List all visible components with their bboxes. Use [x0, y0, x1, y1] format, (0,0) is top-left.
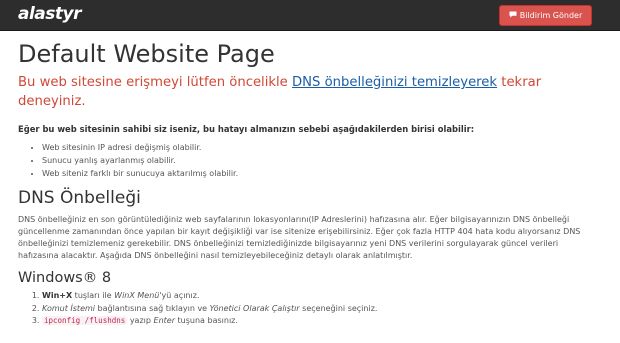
step-code: ipconfig /flushdns — [42, 316, 128, 325]
lead-text-before: Bu web sitesine erişmeyi lütfen öncelikl… — [18, 75, 292, 90]
step-text: bağlantısına sağ tıklayın ve — [95, 303, 210, 313]
reason-item: Sunucu yanlış ayarlanmış olabilir. — [42, 154, 608, 167]
step-text: seçeneğini seçiniz. — [299, 303, 378, 313]
step-italic: Komut İstemi — [42, 303, 95, 313]
step-italic: Yönetici Olarak Çalıştır — [209, 303, 300, 313]
chat-icon — [509, 11, 517, 20]
send-report-label: Bildirim Gönder — [519, 11, 583, 20]
owner-note: Eğer bu web sitesinin sahibi siz iseniz,… — [18, 124, 475, 134]
step-text: yazıp — [127, 316, 154, 325]
logo[interactable]: alastyr — [18, 4, 81, 24]
step-text: 'yü açınız. — [159, 291, 200, 300]
page-title: Default Website Page — [18, 40, 275, 68]
windows8-steps: Win+X tuşları ile WinX Menü'yü açınız. K… — [18, 290, 608, 328]
main-content: Default Website Page Bu web sitesine eri… — [18, 38, 608, 328]
flush-dns-link[interactable]: DNS önbelleğinizi temizleyerek — [292, 75, 497, 90]
send-report-button[interactable]: Bildirim Gönder — [499, 5, 592, 26]
step-item: ipconfig /flushdns yazıp Enter tuşuna ba… — [42, 315, 608, 328]
dns-cache-paragraph: DNS önbelleğiniz en son görüntülediğiniz… — [18, 215, 581, 260]
reasons-list: Web sitesinin IP adresi değişmiş olabili… — [18, 141, 608, 180]
lead-message: Bu web sitesine erişmeyi lütfen öncelikl… — [18, 73, 608, 111]
step-italic: Enter — [153, 316, 175, 325]
reason-item: Web siteniz farklı bir sunucuya aktarılm… — [42, 167, 608, 180]
windows8-heading: Windows® 8 — [18, 270, 112, 286]
step-item: Komut İstemi bağlantısına sağ tıklayın v… — [42, 303, 608, 316]
step-text: tuşları ile — [72, 291, 115, 300]
reason-item: Web sitesinin IP adresi değişmiş olabili… — [42, 141, 608, 154]
dns-cache-heading: DNS Önbelleği — [18, 188, 141, 208]
top-navbar: alastyr Bildirim Gönder — [0, 0, 620, 31]
step-text: tuşuna basınız. — [175, 316, 238, 325]
step-item: Win+X tuşları ile WinX Menü'yü açınız. — [42, 290, 608, 303]
step-key: Win+X — [42, 291, 73, 300]
step-italic: WinX Menü — [114, 291, 160, 300]
